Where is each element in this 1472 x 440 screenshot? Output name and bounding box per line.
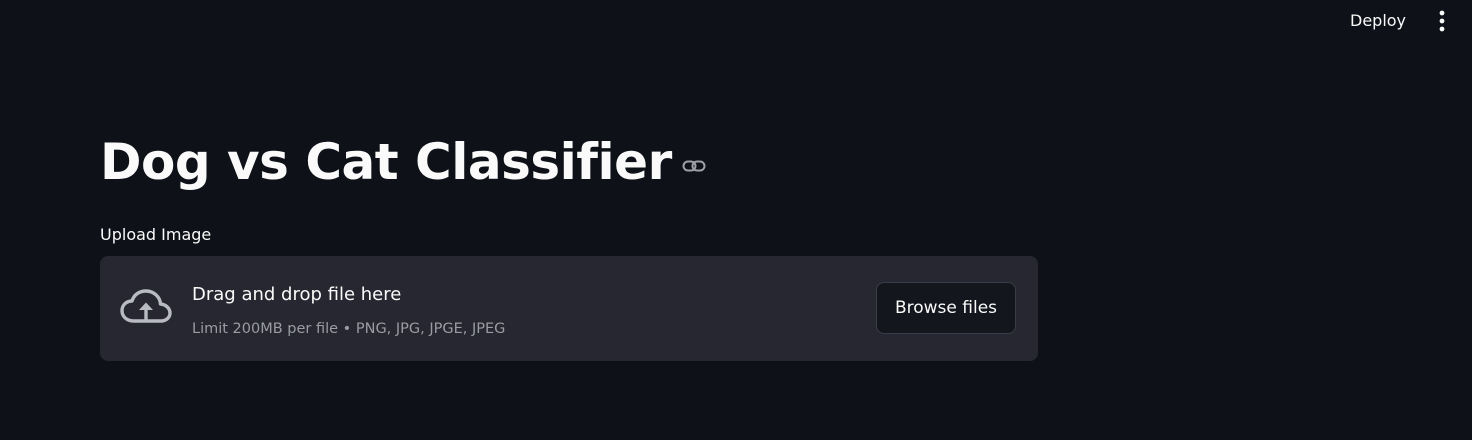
browse-files-button[interactable]: Browse files — [876, 282, 1016, 334]
deploy-button[interactable]: Deploy — [1340, 10, 1416, 32]
link-icon — [682, 160, 706, 172]
page-title: Dog vs Cat Classifier — [100, 133, 672, 191]
title-row: Dog vs Cat Classifier — [100, 128, 706, 196]
file-dropzone[interactable]: Drag and drop file here Limit 200MB per … — [100, 256, 1038, 361]
vertical-ellipsis-icon — [1439, 10, 1445, 32]
title-anchor-link[interactable] — [672, 144, 706, 180]
cloud-upload-icon — [120, 289, 172, 323]
dropzone-limit-text: Limit 200MB per file • PNG, JPG, JPGE, J… — [192, 321, 506, 337]
dropzone-instruction: Drag and drop file here — [192, 284, 402, 305]
app-header: Deploy — [0, 0, 1472, 42]
main-menu-button[interactable] — [1428, 8, 1456, 34]
upload-label: Upload Image — [100, 225, 212, 244]
